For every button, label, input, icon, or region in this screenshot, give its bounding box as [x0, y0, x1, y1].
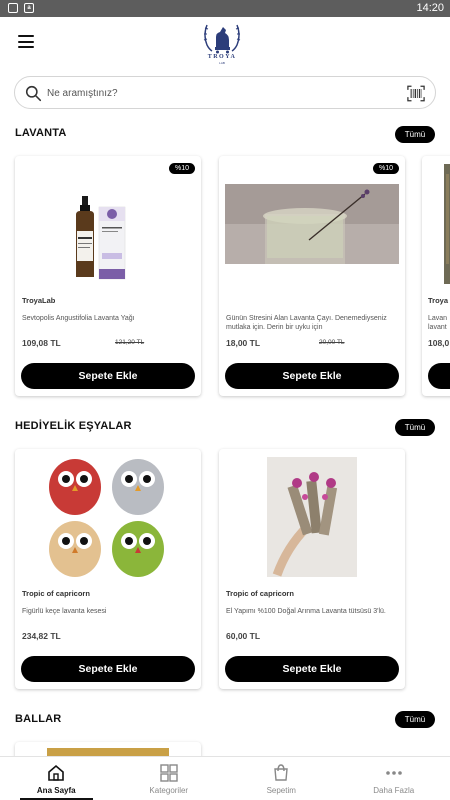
- search-input[interactable]: [47, 84, 377, 103]
- barcode-scan-icon[interactable]: [407, 85, 425, 102]
- product-card[interactable]: Tropic of capricorn El Yapımı %100 Doğal…: [219, 449, 405, 689]
- cart-icon: [274, 764, 289, 781]
- nav-label: Sepetim: [266, 786, 296, 795]
- product-price: 60,00 TL: [226, 631, 261, 641]
- logo-text: TROYA: [207, 54, 237, 60]
- product-name[interactable]: El Yapımı %100 Doğal Arınma Lavanta tüts…: [226, 607, 398, 616]
- nav-label: Daha Fazla: [373, 786, 415, 795]
- product-card-partial[interactable]: Troya Lavan lavant 108,0: [422, 156, 450, 396]
- discount-badge: %10: [372, 163, 399, 174]
- app-icon: a: [24, 3, 34, 13]
- product-brand: Tropic of capricorn: [22, 589, 90, 598]
- product-card[interactable]: Tropic of capricorn Figürlü keçe lavanta…: [15, 449, 201, 689]
- felt-owl-pouches-image: [45, 455, 169, 579]
- nav-label: Ana Sayfa: [36, 786, 76, 795]
- product-price: 109,08 TL: [22, 338, 61, 348]
- section-title-ballar: BALLAR: [15, 713, 62, 725]
- status-bar: a 14:20: [0, 0, 450, 17]
- product-image[interactable]: [45, 455, 169, 579]
- view-all-lavanta-button[interactable]: Tümü: [395, 126, 435, 143]
- product-brand: Troya: [428, 296, 449, 305]
- product-name[interactable]: Sevtopolis Angustifolia Lavanta Yağı: [22, 314, 194, 323]
- product-name: Lavan lavant: [428, 315, 448, 331]
- search-icon[interactable]: [25, 85, 42, 102]
- add-to-cart-button[interactable]: Sepete Ekle: [21, 363, 195, 389]
- search-bar[interactable]: [14, 76, 436, 109]
- nav-categories[interactable]: Kategoriler: [113, 757, 226, 800]
- product-price: 234,82 TL: [22, 631, 61, 641]
- product-brand: Tropic of capricorn: [226, 589, 294, 598]
- product-card[interactable]: %10 Günün Stresini Alan Lavanta Çayı. De…: [219, 156, 405, 396]
- add-to-cart-button[interactable]: Sepete Ekle: [21, 656, 195, 682]
- nav-home[interactable]: Ana Sayfa: [0, 757, 113, 800]
- lavender-incense-bundle-image: [267, 457, 357, 577]
- add-to-cart-button[interactable]: Sepete Ekle: [225, 363, 399, 389]
- logo-subtext: LAB: [219, 61, 225, 65]
- trojan-horse-logo-icon: [203, 24, 241, 54]
- view-all-hediyelik-button[interactable]: Tümü: [395, 419, 435, 436]
- product-price: 18,00 TL: [226, 338, 261, 348]
- nav-label: Kategoriler: [149, 786, 189, 795]
- section-title-hediyelik: HEDİYELİK EŞYALAR: [15, 420, 132, 432]
- add-to-cart-button[interactable]: Sepete Ekle: [225, 656, 399, 682]
- nav-cart[interactable]: Sepetim: [225, 757, 338, 800]
- product-name[interactable]: Figürlü keçe lavanta kesesi: [22, 607, 194, 616]
- troya-lab-logo[interactable]: TROYA LAB: [199, 21, 245, 65]
- section-title-lavanta: LAVANTA: [15, 127, 67, 139]
- product-name[interactable]: Günün Stresini Alan Lavanta Çayı. Deneme…: [226, 314, 398, 332]
- status-time: 14:20: [416, 2, 444, 14]
- product-brand: TroyaLab: [22, 296, 56, 305]
- hamburger-menu-icon[interactable]: [18, 35, 34, 48]
- notification-icon: [8, 3, 18, 13]
- discount-badge: %10: [168, 163, 195, 174]
- lavender-oil-bottle-image: [76, 196, 126, 280]
- product-old-price: 20,00 TL: [319, 339, 345, 346]
- product-old-price: 121,20 TL: [115, 339, 145, 346]
- grid-icon: [160, 764, 178, 782]
- nav-more[interactable]: Daha Fazla: [338, 757, 450, 800]
- product-price: 108,0: [428, 338, 450, 348]
- more-dots-icon: [385, 771, 402, 775]
- app-header: TROYA LAB: [0, 17, 450, 72]
- lavender-bundle-image: [444, 164, 450, 284]
- product-image[interactable]: [225, 184, 399, 264]
- lavender-tea-image: [225, 184, 399, 264]
- home-icon: [48, 764, 65, 781]
- view-all-ballar-button[interactable]: Tümü: [395, 711, 435, 728]
- bottom-navigation: Ana Sayfa Kategoriler Sepetim Daha Fazla: [0, 756, 450, 800]
- product-card[interactable]: %10 TroyaLab Sevtopolis Angustifolia Lav…: [15, 156, 201, 396]
- product-image[interactable]: [267, 457, 357, 577]
- add-to-cart-button[interactable]: [428, 363, 450, 389]
- product-image[interactable]: [23, 178, 193, 298]
